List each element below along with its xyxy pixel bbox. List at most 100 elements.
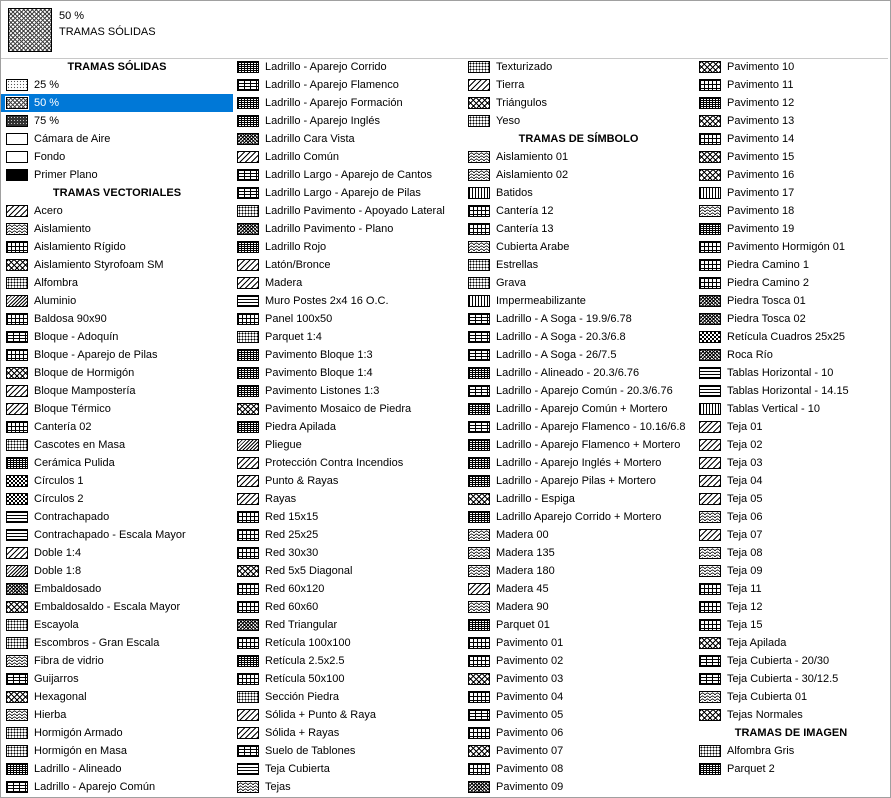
pattern-item-embaldosaldo-escala-mayor[interactable]: Embaldosaldo - Escala Mayor	[1, 598, 233, 616]
pattern-item-bloque-de-hormigon[interactable]: Bloque de Hormigón	[1, 364, 233, 382]
pattern-item-ladrillo-aparejo-flamenco-10-16-6-8[interactable]: Ladrillo - Aparejo Flamenco - 10.16/6.8	[463, 418, 694, 436]
pattern-item-ceramica-pulida[interactable]: Cerámica Pulida	[1, 454, 233, 472]
pattern-item-bloque-mamposteria[interactable]: Bloque Mampostería	[1, 382, 233, 400]
pattern-item-ladrillo-aparejo-pilas-mortero[interactable]: Ladrillo - Aparejo Pilas + Mortero	[463, 472, 694, 490]
pattern-item-pavimento-hormigon-01[interactable]: Pavimento Hormigón 01	[694, 238, 888, 256]
pattern-item-contrachapado-escala-mayor[interactable]: Contrachapado - Escala Mayor	[1, 526, 233, 544]
pattern-item-camara-de-aire[interactable]: Cámara de Aire	[1, 130, 233, 148]
pattern-item-teja-04[interactable]: Teja 04	[694, 472, 888, 490]
pattern-item-pavimento-mosaico-de-piedra[interactable]: Pavimento Mosaico de Piedra	[232, 400, 463, 418]
pattern-item-yeso[interactable]: Yeso	[463, 112, 694, 130]
pattern-item-ladrillo-alineado[interactable]: Ladrillo - Alineado	[1, 760, 233, 778]
pattern-item-pliegue[interactable]: Pliegue	[232, 436, 463, 454]
pattern-item-acero[interactable]: Acero	[1, 202, 233, 220]
pattern-item-batidos[interactable]: Batidos	[463, 184, 694, 202]
pattern-item-ladrillo-aparejo-ingles[interactable]: Ladrillo - Aparejo Inglés	[232, 112, 463, 130]
pattern-item-canteria-13[interactable]: Cantería 13	[463, 220, 694, 238]
pattern-item-piedra-camino-1[interactable]: Piedra Camino 1	[694, 256, 888, 274]
pattern-item-contrachapado[interactable]: Contrachapado	[1, 508, 233, 526]
pattern-item-pavimento-13[interactable]: Pavimento 13	[694, 112, 888, 130]
pattern-item-canteria-12[interactable]: Cantería 12	[463, 202, 694, 220]
pattern-item-estrellas[interactable]: Estrellas	[463, 256, 694, 274]
pattern-item-pavimento-16[interactable]: Pavimento 16	[694, 166, 888, 184]
pattern-item-ladrillo-aparejo-flamenco-mortero[interactable]: Ladrillo - Aparejo Flamenco + Mortero	[463, 436, 694, 454]
pattern-item-ladrillo-cara-vista[interactable]: Ladrillo Cara Vista	[232, 130, 463, 148]
pattern-item-pavimento-01[interactable]: Pavimento 01	[463, 634, 694, 652]
pattern-item-embaldosado[interactable]: Embaldosado	[1, 580, 233, 598]
pattern-item-bloque-termico[interactable]: Bloque Térmico	[1, 400, 233, 418]
pattern-item-ladrillo-aparejo-corrido[interactable]: Ladrillo - Aparejo Corrido	[232, 58, 463, 76]
pattern-item-tejas-normales[interactable]: Tejas Normales	[694, 706, 888, 724]
pattern-item-reticula-2-5x2-5[interactable]: Retícula 2.5x2.5	[232, 652, 463, 670]
pattern-item-reticula-100x100[interactable]: Retícula 100x100	[232, 634, 463, 652]
pattern-item-parquet-01[interactable]: Parquet 01	[463, 616, 694, 634]
pattern-item-red-60x120[interactable]: Red 60x120	[232, 580, 463, 598]
pattern-item-triangulos[interactable]: Triángulos	[463, 94, 694, 112]
pattern-item-ladrillo-largo-aparejo-de-cantos[interactable]: Ladrillo Largo - Aparejo de Cantos	[232, 166, 463, 184]
pattern-item-bloque-adoquin[interactable]: Bloque - Adoquín	[1, 328, 233, 346]
pattern-item-pavimento-08[interactable]: Pavimento 08	[463, 760, 694, 778]
pattern-item-tablas-horizontal-14-15[interactable]: Tablas Horizontal - 14.15	[694, 382, 888, 400]
pattern-item-red-15x15[interactable]: Red 15x15	[232, 508, 463, 526]
pattern-item-pavimento-11[interactable]: Pavimento 11	[694, 76, 888, 94]
pattern-item-aluminio[interactable]: Aluminio	[1, 292, 233, 310]
pattern-item-panel-100x50[interactable]: Panel 100x50	[232, 310, 463, 328]
pattern-item-escombros-gran-escala[interactable]: Escombros - Gran Escala	[1, 634, 233, 652]
pattern-item-pavimento-12[interactable]: Pavimento 12	[694, 94, 888, 112]
pattern-item-roca-rio[interactable]: Roca Río	[694, 346, 888, 364]
pattern-item-teja-11[interactable]: Teja 11	[694, 580, 888, 598]
pattern-item-pavimento-19[interactable]: Pavimento 19	[694, 220, 888, 238]
pattern-item-muro-postes-2x4-16-o-c[interactable]: Muro Postes 2x4 16 O.C.	[232, 292, 463, 310]
pattern-item-ladrillo-a-soga-19-9-6-78[interactable]: Ladrillo - A Soga - 19.9/6.78	[463, 310, 694, 328]
pattern-item-pavimento-09[interactable]: Pavimento 09	[463, 778, 694, 796]
pattern-item-grava[interactable]: Grava	[463, 274, 694, 292]
pattern-item-aislamiento-rigido[interactable]: Aislamiento Rígido	[1, 238, 233, 256]
pattern-item-suelo-de-tablones[interactable]: Suelo de Tablones	[232, 742, 463, 760]
pattern-item-fondo[interactable]: Fondo	[1, 148, 233, 166]
pattern-item-pavimento-bloque-1-4[interactable]: Pavimento Bloque 1:4	[232, 364, 463, 382]
pattern-item-aislamiento-styrofoam-sm[interactable]: Aislamiento Styrofoam SM	[1, 256, 233, 274]
pattern-item-madera-135[interactable]: Madera 135	[463, 544, 694, 562]
pattern-item-escayola[interactable]: Escayola	[1, 616, 233, 634]
pattern-item-75[interactable]: 75 %	[1, 112, 233, 130]
pattern-item-hierba[interactable]: Hierba	[1, 706, 233, 724]
pattern-item-ladrillo-a-soga-26-7-5[interactable]: Ladrillo - A Soga - 26/7.5	[463, 346, 694, 364]
pattern-item-teja-cubierta[interactable]: Teja Cubierta	[232, 760, 463, 778]
pattern-item-doble-1-4[interactable]: Doble 1:4	[1, 544, 233, 562]
pattern-item-ladrillo-aparejo-comun[interactable]: Ladrillo - Aparejo Común	[1, 778, 233, 796]
pattern-item-tejas[interactable]: Tejas	[232, 778, 463, 796]
pattern-item-teja-cubierta-20-30[interactable]: Teja Cubierta - 20/30	[694, 652, 888, 670]
pattern-item-teja-apilada[interactable]: Teja Apilada	[694, 634, 888, 652]
pattern-item-canteria-02[interactable]: Cantería 02	[1, 418, 233, 436]
pattern-item-ladrillo-aparejo-ingles-mortero[interactable]: Ladrillo - Aparejo Inglés + Mortero	[463, 454, 694, 472]
pattern-item-teja-01[interactable]: Teja 01	[694, 418, 888, 436]
pattern-item-solida-rayas[interactable]: Sólida + Rayas	[232, 724, 463, 742]
pattern-item-ladrillo-pavimento-plano[interactable]: Ladrillo Pavimento - Plano	[232, 220, 463, 238]
pattern-item-teja-02[interactable]: Teja 02	[694, 436, 888, 454]
pattern-item-ladrillo-espiga[interactable]: Ladrillo - Espiga	[463, 490, 694, 508]
pattern-item-punto-rayas[interactable]: Punto & Rayas	[232, 472, 463, 490]
pattern-item-hexagonal[interactable]: Hexagonal	[1, 688, 233, 706]
pattern-item-piedra-tosca-02[interactable]: Piedra Tosca 02	[694, 310, 888, 328]
pattern-item-solida-punto-raya[interactable]: Sólida + Punto & Raya	[232, 706, 463, 724]
pattern-item-madera-90[interactable]: Madera 90	[463, 598, 694, 616]
pattern-item-ladrillo-comun[interactable]: Ladrillo Común	[232, 148, 463, 166]
pattern-item-tierra[interactable]: Tierra	[463, 76, 694, 94]
pattern-item-piedra-apilada[interactable]: Piedra Apilada	[232, 418, 463, 436]
pattern-item-ladrillo-aparejo-corrido-mortero[interactable]: Ladrillo Aparejo Corrido + Mortero	[463, 508, 694, 526]
pattern-item-teja-07[interactable]: Teja 07	[694, 526, 888, 544]
pattern-item-red-5x5-diagonal[interactable]: Red 5x5 Diagonal	[232, 562, 463, 580]
pattern-item-pavimento-18[interactable]: Pavimento 18	[694, 202, 888, 220]
pattern-item-piedra-tosca-01[interactable]: Piedra Tosca 01	[694, 292, 888, 310]
pattern-item-reticula-50x100[interactable]: Retícula 50x100	[232, 670, 463, 688]
pattern-item-pavimento-04[interactable]: Pavimento 04	[463, 688, 694, 706]
pattern-item-madera-00[interactable]: Madera 00	[463, 526, 694, 544]
pattern-item-teja-12[interactable]: Teja 12	[694, 598, 888, 616]
pattern-item-alfombra[interactable]: Alfombra	[1, 274, 233, 292]
pattern-item-pavimento-03[interactable]: Pavimento 03	[463, 670, 694, 688]
pattern-item-parquet-2[interactable]: Parquet 2	[694, 760, 888, 778]
pattern-item-doble-1-8[interactable]: Doble 1:8	[1, 562, 233, 580]
pattern-item-ladrillo-pavimento-apoyado-lateral[interactable]: Ladrillo Pavimento - Apoyado Lateral	[232, 202, 463, 220]
pattern-item-red-60x60[interactable]: Red 60x60	[232, 598, 463, 616]
pattern-item-teja-cubierta-30-12-5[interactable]: Teja Cubierta - 30/12.5	[694, 670, 888, 688]
